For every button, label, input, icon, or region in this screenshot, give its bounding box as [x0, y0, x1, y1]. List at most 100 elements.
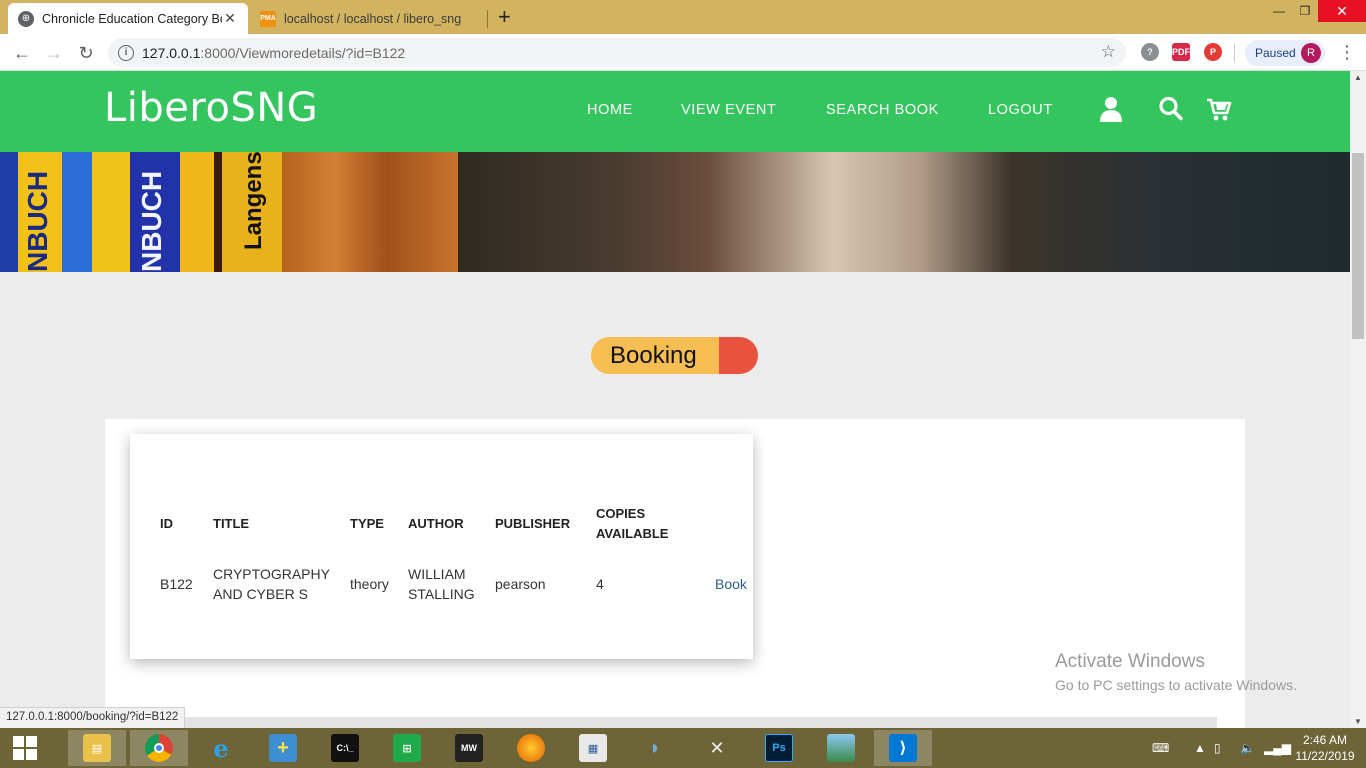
photo-viewer-icon	[827, 734, 855, 762]
profile-button[interactable]: Paused R	[1245, 40, 1325, 66]
system-clock[interactable]: 2:46 AM 11/22/2019	[1290, 732, 1360, 764]
extension-icon[interactable]: ?	[1141, 43, 1159, 61]
nav-home[interactable]: HOME	[587, 102, 633, 118]
pdf-converter-icon[interactable]: P	[1204, 43, 1222, 61]
booking-heading: Booking	[610, 342, 697, 369]
hero-banner-image: NBUCH NBUCH Langens	[0, 152, 1350, 272]
taskbar-chrome[interactable]	[130, 730, 188, 766]
close-tab-icon[interactable]: ✕	[222, 10, 238, 27]
bookmark-star-icon[interactable]: ☆	[1101, 42, 1116, 62]
tab-title: Chronicle Education Category Bo	[42, 11, 222, 26]
tab-phpmyadmin[interactable]: PMA localhost / localhost / libero_sng	[250, 3, 488, 34]
tools-icon: ✕	[709, 737, 725, 758]
minimize-button[interactable]: —	[1266, 0, 1292, 22]
cell-id: B122	[160, 576, 193, 592]
banner-book	[62, 152, 92, 272]
taskbar-ie[interactable]: e	[192, 730, 250, 766]
taskbar-cmd[interactable]: C:\_	[316, 730, 374, 766]
photoshop-icon: Ps	[765, 734, 793, 762]
taskbar-reader[interactable]: ▦	[564, 730, 622, 766]
taskbar-installer[interactable]: +	[254, 730, 312, 766]
column-header-publisher: PUBLISHER	[495, 516, 571, 531]
booking-table-card: ID TITLE TYPE AUTHOR PUBLISHER COPIES AV…	[130, 434, 753, 659]
taskbar-file-explorer[interactable]: ▤	[68, 730, 126, 766]
user-icon[interactable]	[1098, 95, 1124, 123]
booking-heading-pill: Booking	[591, 337, 758, 374]
taskbar-store[interactable]: ⊞	[378, 730, 436, 766]
dolphin-icon: ◗	[648, 736, 662, 759]
taskbar-nfs[interactable]: MW	[440, 730, 498, 766]
pill-cap	[719, 337, 758, 374]
banner-book	[180, 152, 214, 272]
taskbar-photoshop[interactable]: Ps	[750, 730, 808, 766]
tab-divider	[487, 10, 488, 28]
avatar: R	[1301, 43, 1321, 63]
reader-icon: ▦	[579, 734, 607, 762]
column-header-copies: COPIES	[596, 506, 646, 521]
cell-author-line1: WILLIAM	[408, 566, 466, 582]
forward-button[interactable]: →	[42, 41, 66, 65]
column-header-type: TYPE	[350, 516, 384, 531]
show-hidden-icons[interactable]: ▲	[1194, 728, 1206, 768]
address-bar[interactable]: i 127.0.0.1:8000/Viewmoredetails/?id=B12…	[108, 38, 1126, 67]
installer-icon: +	[269, 734, 297, 762]
internet-explorer-icon: e	[213, 733, 229, 763]
clock-time: 2:46 AM	[1302, 733, 1348, 747]
windows-logo-icon	[13, 736, 37, 760]
scrollbar-thumb[interactable]	[1352, 153, 1364, 339]
site-info-icon[interactable]: i	[118, 44, 134, 61]
phpmyadmin-icon: PMA	[260, 10, 276, 27]
pdf-extension-icon[interactable]: PDF	[1172, 43, 1190, 61]
taskbar-photo-viewer[interactable]	[812, 730, 870, 766]
browser-toolbar: ← → ↻ i 127.0.0.1:8000/Viewmoredetails/?…	[0, 34, 1366, 71]
url-host: 127.0.0.1	[142, 44, 201, 61]
cell-type: theory	[350, 576, 389, 592]
site-header: LiberoSNG HOME VIEW EVENT SEARCH BOOK LO…	[0, 71, 1350, 152]
taskbar-vscode[interactable]: ⟩	[874, 730, 932, 766]
store-icon: ⊞	[393, 734, 421, 762]
cart-icon[interactable]	[1206, 95, 1232, 123]
cell-title-line1: CRYPTOGRAPHY	[213, 566, 330, 582]
taskbar-dolphin[interactable]: ◗	[626, 730, 684, 766]
nav-search-book[interactable]: SEARCH BOOK	[826, 102, 939, 118]
keyboard-icon[interactable]: ⌨	[1152, 728, 1169, 768]
banner-book	[0, 152, 18, 272]
site-logo[interactable]: LiberoSNG	[104, 85, 318, 131]
chrome-icon	[145, 734, 173, 762]
column-header-id: ID	[160, 516, 173, 531]
close-window-button[interactable]: ✕	[1318, 0, 1366, 22]
back-button[interactable]: ←	[10, 41, 34, 65]
activate-windows-watermark: Activate Windows Go to PC settings to ac…	[1055, 651, 1297, 693]
network-adapter-icon[interactable]: ▯	[1214, 728, 1221, 768]
banner-spine-text: NBUCH	[22, 170, 53, 272]
restore-button[interactable]: ❐	[1292, 0, 1318, 22]
url-path: :8000/Viewmoredetails/?id=B122	[200, 44, 406, 61]
page-scrollbar[interactable]: ▲ ▼	[1350, 71, 1366, 728]
banner-spine-text: NBUCH	[136, 170, 167, 272]
cell-title-line2: AND CYBER S	[213, 586, 308, 602]
search-icon[interactable]	[1158, 95, 1184, 123]
banner-spine-text: Langens	[240, 152, 267, 250]
windows-taskbar: ▤ e + C:\_ ⊞ MW ▦ ◗ ✕ Ps ⟩ ⌨ ▲ ▯ 🔈 ▂▄▆ 2…	[0, 728, 1366, 768]
taskbar-tools[interactable]: ✕	[688, 730, 746, 766]
start-button[interactable]	[0, 728, 50, 768]
signal-icon[interactable]: ▂▄▆	[1264, 728, 1291, 768]
browser-menu-icon[interactable]: ⋮	[1338, 42, 1356, 62]
cell-publisher: pearson	[495, 576, 546, 592]
book-link[interactable]: Book	[715, 574, 747, 594]
cell-author-line2: STALLING	[408, 586, 475, 602]
new-tab-button[interactable]: +	[498, 5, 511, 29]
taskbar-firefox[interactable]	[502, 730, 560, 766]
clock-date: 11/22/2019	[1295, 749, 1355, 763]
scroll-down-icon[interactable]: ▼	[1354, 717, 1362, 726]
volume-icon[interactable]: 🔈	[1240, 728, 1255, 768]
reload-button[interactable]: ↻	[74, 41, 98, 65]
column-header-author: AUTHOR	[408, 516, 464, 531]
scroll-up-icon[interactable]: ▲	[1354, 73, 1362, 82]
vscode-icon: ⟩	[889, 734, 917, 762]
banner-reader-photo	[458, 152, 1350, 272]
tab-chronicle[interactable]: ⊕ Chronicle Education Category Bo ✕	[8, 3, 248, 34]
nav-logout[interactable]: LOGOUT	[988, 102, 1053, 118]
nav-view-event[interactable]: VIEW EVENT	[681, 102, 776, 118]
cmd-icon: C:\_	[331, 734, 359, 762]
